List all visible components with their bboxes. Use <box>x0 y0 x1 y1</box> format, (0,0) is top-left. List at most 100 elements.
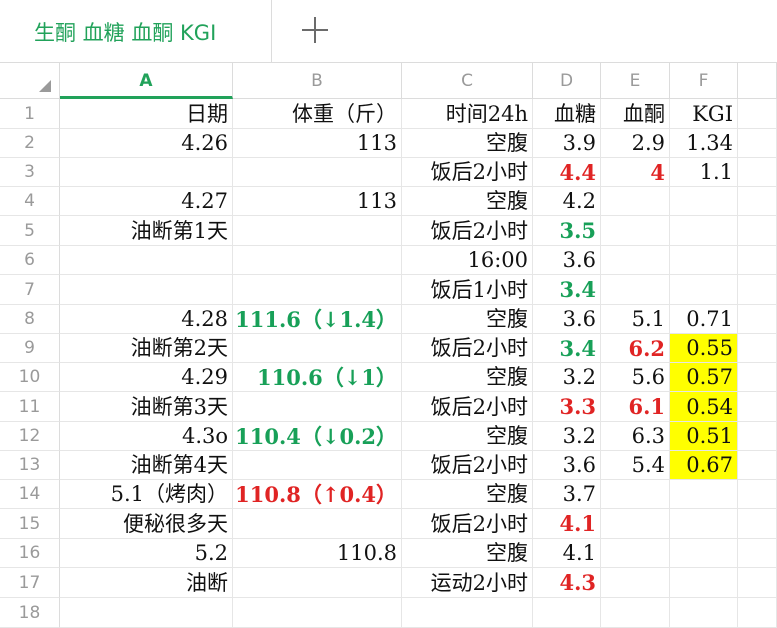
cell-a6[interactable] <box>60 246 233 275</box>
cell-f3[interactable]: 1.1 <box>670 158 738 187</box>
cell-d4[interactable]: 4.2 <box>533 187 601 216</box>
cell-g9[interactable] <box>738 334 777 363</box>
cell-b1[interactable]: 体重（斤） <box>233 99 402 129</box>
cell-b10[interactable]: 110.6（↓1） <box>233 363 402 392</box>
cell-e4[interactable] <box>601 187 670 216</box>
cell-d5[interactable]: 3.5 <box>533 216 601 246</box>
row-header[interactable]: 2 <box>0 129 60 158</box>
cell-b2[interactable]: 113 <box>233 129 402 158</box>
cell-f10[interactable]: 0.57 <box>670 363 738 392</box>
cell-c18[interactable] <box>402 598 533 628</box>
cell-e10[interactable]: 5.6 <box>601 363 670 392</box>
cell-e2[interactable]: 2.9 <box>601 129 670 158</box>
cell-f5[interactable] <box>670 216 738 246</box>
row-header[interactable]: 10 <box>0 363 60 392</box>
sheet-tab[interactable]: 生酮 血糖 血酮 KGI <box>0 0 272 62</box>
cell-c3[interactable]: 饭后2小时 <box>402 158 533 187</box>
cell-a13[interactable]: 油断第4天 <box>60 451 233 480</box>
cell-b8[interactable]: 111.6（↓1.4） <box>233 305 402 334</box>
row-header[interactable]: 18 <box>0 598 60 628</box>
cell-f14[interactable] <box>670 480 738 509</box>
cell-c8[interactable]: 空腹 <box>402 305 533 334</box>
cell-d6[interactable]: 3.6 <box>533 246 601 275</box>
cell-a14[interactable]: 5.1（烤肉） <box>60 480 233 509</box>
cell-f4[interactable] <box>670 187 738 216</box>
cell-c17[interactable]: 运动2小时 <box>402 568 533 598</box>
cell-e3[interactable]: 4 <box>601 158 670 187</box>
cell-g11[interactable] <box>738 392 777 422</box>
cell-a15[interactable]: 便秘很多天 <box>60 509 233 539</box>
cell-e7[interactable] <box>601 275 670 305</box>
cell-b13[interactable] <box>233 451 402 480</box>
column-header-e[interactable]: E <box>601 63 670 99</box>
cell-f6[interactable] <box>670 246 738 275</box>
cell-d8[interactable]: 3.6 <box>533 305 601 334</box>
cell-d7[interactable]: 3.4 <box>533 275 601 305</box>
cell-d17[interactable]: 4.3 <box>533 568 601 598</box>
cell-a18[interactable] <box>60 598 233 628</box>
row-header[interactable]: 15 <box>0 509 60 539</box>
cell-g16[interactable] <box>738 539 777 568</box>
select-all-corner[interactable] <box>0 63 60 99</box>
row-header[interactable]: 17 <box>0 568 60 598</box>
cell-d13[interactable]: 3.6 <box>533 451 601 480</box>
cell-e6[interactable] <box>601 246 670 275</box>
cell-f7[interactable] <box>670 275 738 305</box>
cell-b16[interactable]: 110.8 <box>233 539 402 568</box>
cell-b17[interactable] <box>233 568 402 598</box>
cell-g5[interactable] <box>738 216 777 246</box>
cell-d16[interactable]: 4.1 <box>533 539 601 568</box>
cell-c14[interactable]: 空腹 <box>402 480 533 509</box>
cell-b14[interactable]: 110.8（↑0.4） <box>233 480 402 509</box>
cell-a10[interactable]: 4.29 <box>60 363 233 392</box>
row-header[interactable]: 16 <box>0 539 60 568</box>
cell-f9[interactable]: 0.55 <box>670 334 738 363</box>
cell-c15[interactable]: 饭后2小时 <box>402 509 533 539</box>
cell-e11[interactable]: 6.1 <box>601 392 670 422</box>
cell-e15[interactable] <box>601 509 670 539</box>
cell-b9[interactable] <box>233 334 402 363</box>
cell-g10[interactable] <box>738 363 777 392</box>
cell-e1[interactable]: 血酮 <box>601 99 670 129</box>
cell-a12[interactable]: 4.3o <box>60 422 233 451</box>
row-header[interactable]: 1 <box>0 99 60 129</box>
cell-g7[interactable] <box>738 275 777 305</box>
column-header-a[interactable]: A <box>60 63 233 99</box>
cell-f13[interactable]: 0.67 <box>670 451 738 480</box>
cell-a1[interactable]: 日期 <box>60 99 233 129</box>
cell-e5[interactable] <box>601 216 670 246</box>
cell-f17[interactable] <box>670 568 738 598</box>
row-header[interactable]: 6 <box>0 246 60 275</box>
cell-f15[interactable] <box>670 509 738 539</box>
row-header[interactable]: 4 <box>0 187 60 216</box>
cell-d10[interactable]: 3.2 <box>533 363 601 392</box>
cell-a3[interactable] <box>60 158 233 187</box>
cell-f8[interactable]: 0.71 <box>670 305 738 334</box>
cell-c9[interactable]: 饭后2小时 <box>402 334 533 363</box>
cell-f1[interactable]: KGI <box>670 99 738 129</box>
cell-e16[interactable] <box>601 539 670 568</box>
cell-b3[interactable] <box>233 158 402 187</box>
row-header[interactable]: 14 <box>0 480 60 509</box>
cell-b6[interactable] <box>233 246 402 275</box>
cell-e9[interactable]: 6.2 <box>601 334 670 363</box>
cell-e13[interactable]: 5.4 <box>601 451 670 480</box>
cell-b15[interactable] <box>233 509 402 539</box>
cell-d1[interactable]: 血糖 <box>533 99 601 129</box>
cell-e17[interactable] <box>601 568 670 598</box>
cell-f2[interactable]: 1.34 <box>670 129 738 158</box>
cell-g8[interactable] <box>738 305 777 334</box>
cell-c11[interactable]: 饭后2小时 <box>402 392 533 422</box>
add-tab-plus-icon[interactable] <box>297 12 333 48</box>
cell-g17[interactable] <box>738 568 777 598</box>
cell-f12[interactable]: 0.51 <box>670 422 738 451</box>
cell-c6[interactable]: 16:00 <box>402 246 533 275</box>
cell-d9[interactable]: 3.4 <box>533 334 601 363</box>
cell-e18[interactable] <box>601 598 670 628</box>
cell-e14[interactable] <box>601 480 670 509</box>
cell-g3[interactable] <box>738 158 777 187</box>
cell-d18[interactable] <box>533 598 601 628</box>
cell-a17[interactable]: 油断 <box>60 568 233 598</box>
cell-d15[interactable]: 4.1 <box>533 509 601 539</box>
cell-a11[interactable]: 油断第3天 <box>60 392 233 422</box>
